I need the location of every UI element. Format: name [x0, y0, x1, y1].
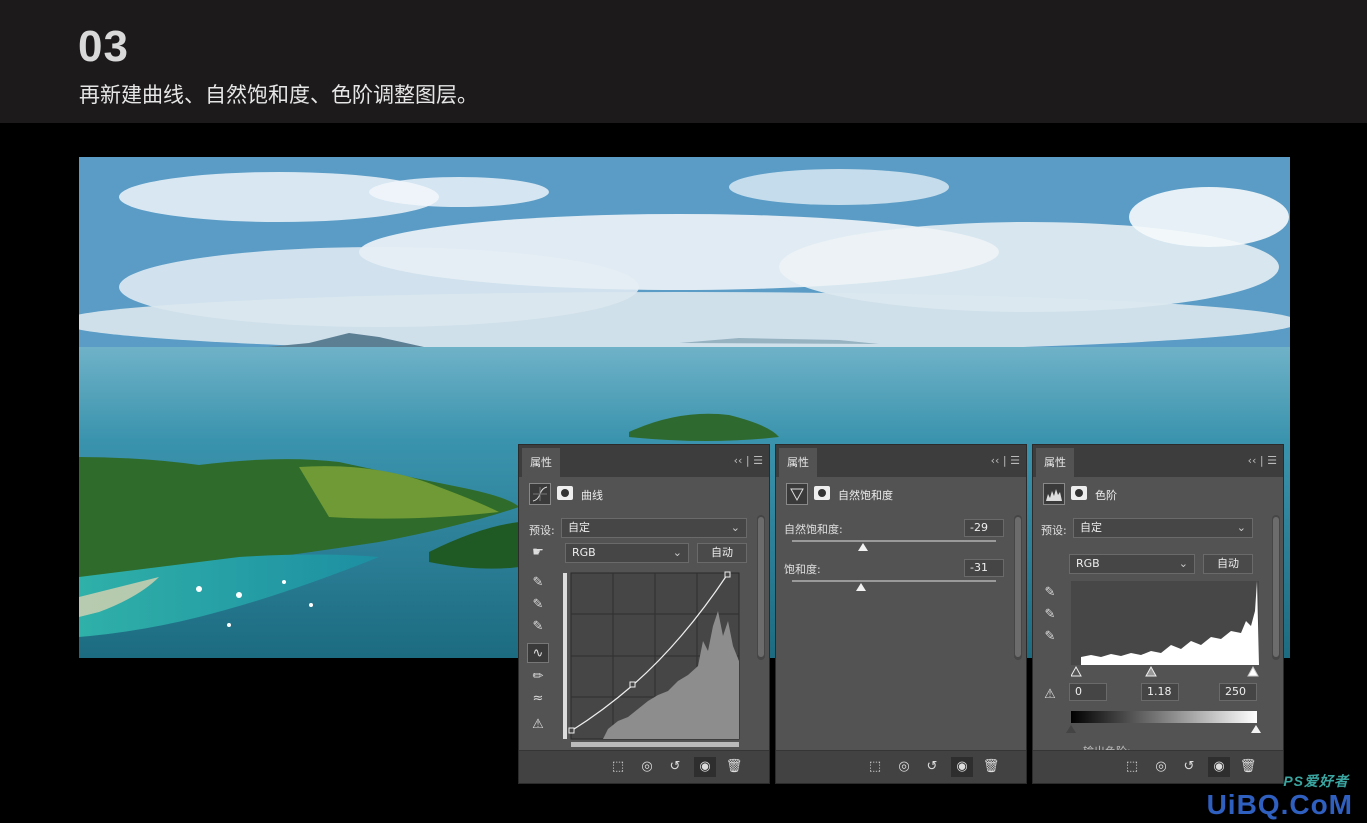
preset-value: 自定: [568, 521, 590, 534]
vibrance-label: 自然饱和度:: [784, 523, 843, 536]
vibrance-value-input[interactable]: -29: [964, 519, 1004, 537]
adjustment-title: 曲线: [581, 489, 603, 502]
view-previous-icon[interactable]: ◎: [893, 757, 915, 777]
output-gradient-bar: [1071, 711, 1257, 723]
watermark-text: UiBQ.CoM: [1206, 789, 1353, 820]
gray-eyedropper-icon[interactable]: ✎: [527, 595, 549, 615]
clip-to-layer-icon[interactable]: ⬚: [1121, 757, 1143, 777]
reset-icon[interactable]: ↺: [664, 757, 686, 777]
gray-eyedropper-icon[interactable]: ✎: [1039, 605, 1061, 625]
site-watermark: PS爱好者 UiBQ.CoM: [1206, 773, 1353, 821]
mask-icon[interactable]: [1071, 486, 1087, 500]
auto-button[interactable]: 自动: [1203, 554, 1253, 574]
black-eyedropper-icon[interactable]: ✎: [527, 573, 549, 593]
saturation-slider-track[interactable]: [792, 580, 996, 582]
channel-select[interactable]: RGB ⌄: [565, 543, 689, 563]
preset-select[interactable]: 自定 ⌄: [1073, 518, 1253, 538]
properties-tab[interactable]: 属性: [522, 448, 560, 477]
levels-icon[interactable]: [1043, 483, 1065, 505]
properties-tab[interactable]: 属性: [779, 448, 817, 477]
mask-icon[interactable]: [814, 486, 830, 500]
channel-value: RGB: [572, 546, 596, 559]
smooth-curve-icon[interactable]: ≈: [527, 689, 549, 709]
panel-scrollbar[interactable]: [1014, 515, 1022, 660]
input-black-field[interactable]: 0: [1069, 683, 1107, 701]
step-number: 03: [78, 22, 129, 71]
vibrance-slider-thumb[interactable]: [858, 543, 868, 551]
properties-tab[interactable]: 属性: [1036, 448, 1074, 477]
vibrance-slider-track[interactable]: [792, 540, 996, 542]
chevron-down-icon: ⌄: [672, 546, 682, 559]
view-previous-icon[interactable]: ◎: [1150, 757, 1172, 777]
levels-properties-panel: 属性 ‹‹ | ☰ 色阶 预设: 自定 ⌄ RGB ⌄ 自动 ✎ ✎ ✎ ⚠ 0 1…: [1032, 444, 1284, 784]
delete-trash-icon[interactable]: 🗑: [723, 757, 745, 777]
channel-value: RGB: [1076, 557, 1100, 570]
black-eyedropper-icon[interactable]: ✎: [1039, 583, 1061, 603]
preset-label: 预设:: [1041, 524, 1067, 537]
step-description: 再新建曲线、自然饱和度、色阶调整图层。: [79, 83, 478, 107]
vibrance-properties-panel: 属性 ‹‹ | ☰ 自然饱和度 自然饱和度: -29 饱和度: -31 ⬚ ◎ …: [775, 444, 1027, 784]
panel-scrollbar[interactable]: [757, 515, 765, 660]
clip-to-layer-icon[interactable]: ⬚: [864, 757, 886, 777]
target-adjust-icon[interactable]: ☛: [527, 543, 549, 563]
visibility-eye-icon[interactable]: ◉: [1208, 757, 1230, 777]
output-white-thumb[interactable]: [1251, 725, 1261, 733]
panel-footer: ⬚ ◎ ↺ ◉ 🗑: [776, 750, 1026, 783]
visibility-eye-icon[interactable]: ◉: [951, 757, 973, 777]
visibility-eye-icon[interactable]: ◉: [694, 757, 716, 777]
watermark-sub: PS爱好者: [1283, 773, 1349, 789]
adjustment-title: 自然饱和度: [838, 489, 893, 502]
mask-icon[interactable]: [557, 486, 573, 500]
panel-tab-bar: 属性 ‹‹ | ☰: [519, 445, 769, 477]
pencil-icon[interactable]: ✏: [527, 667, 549, 687]
clipping-warning-icon[interactable]: ⚠: [1039, 685, 1061, 705]
panel-menu-icon[interactable]: ‹‹ | ☰: [1248, 454, 1277, 467]
adjustment-title: 色阶: [1095, 489, 1117, 502]
delete-trash-icon[interactable]: 🗑: [980, 757, 1002, 777]
panel-footer: ⬚ ◎ ↺ ◉ 🗑: [1033, 750, 1283, 783]
chevron-down-icon: ⌄: [1236, 521, 1246, 534]
curves-graph[interactable]: [563, 571, 741, 749]
curve-point-tool-icon[interactable]: ∿: [527, 643, 549, 663]
input-white-field[interactable]: 250: [1219, 683, 1257, 701]
preset-value: 自定: [1080, 521, 1102, 534]
levels-histogram: [1071, 581, 1259, 677]
curves-properties-panel: 属性 ‹‹ | ☰ 曲线 预设: 自定 ⌄ ☛ RGB ⌄ 自动 ✎ ✎ ✎ ∿ ✏…: [518, 444, 770, 784]
clip-to-layer-icon[interactable]: ⬚: [607, 757, 629, 777]
panel-tab-bar: 属性 ‹‹ | ☰: [776, 445, 1026, 477]
vibrance-icon[interactable]: [786, 483, 808, 505]
input-gamma-field[interactable]: 1.18: [1141, 683, 1179, 701]
reset-icon[interactable]: ↺: [921, 757, 943, 777]
curves-icon[interactable]: [529, 483, 551, 505]
saturation-label: 饱和度:: [784, 563, 821, 576]
saturation-slider-thumb[interactable]: [856, 583, 866, 591]
clipping-warning-icon[interactable]: ⚠: [527, 715, 549, 735]
chevron-down-icon: ⌄: [1178, 557, 1188, 570]
panel-menu-icon[interactable]: ‹‹ | ☰: [991, 454, 1020, 467]
panel-scrollbar[interactable]: [1272, 515, 1280, 660]
preset-select[interactable]: 自定 ⌄: [561, 518, 747, 538]
view-previous-icon[interactable]: ◎: [636, 757, 658, 777]
chevron-down-icon: ⌄: [730, 521, 740, 534]
header-bar: 03 再新建曲线、自然饱和度、色阶调整图层。: [0, 0, 1367, 123]
saturation-value-input[interactable]: -31: [964, 559, 1004, 577]
preset-label: 预设:: [529, 524, 555, 537]
reset-icon[interactable]: ↺: [1178, 757, 1200, 777]
panel-menu-icon[interactable]: ‹‹ | ☰: [734, 454, 763, 467]
panel-tab-bar: 属性 ‹‹ | ☰: [1033, 445, 1283, 477]
white-eyedropper-icon[interactable]: ✎: [1039, 627, 1061, 647]
panel-footer: ⬚ ◎ ↺ ◉ 🗑: [519, 750, 769, 783]
channel-select[interactable]: RGB ⌄: [1069, 554, 1195, 574]
auto-button[interactable]: 自动: [697, 543, 747, 563]
output-black-thumb[interactable]: [1066, 725, 1076, 733]
delete-trash-icon[interactable]: 🗑: [1237, 757, 1259, 777]
white-eyedropper-icon[interactable]: ✎: [527, 617, 549, 637]
